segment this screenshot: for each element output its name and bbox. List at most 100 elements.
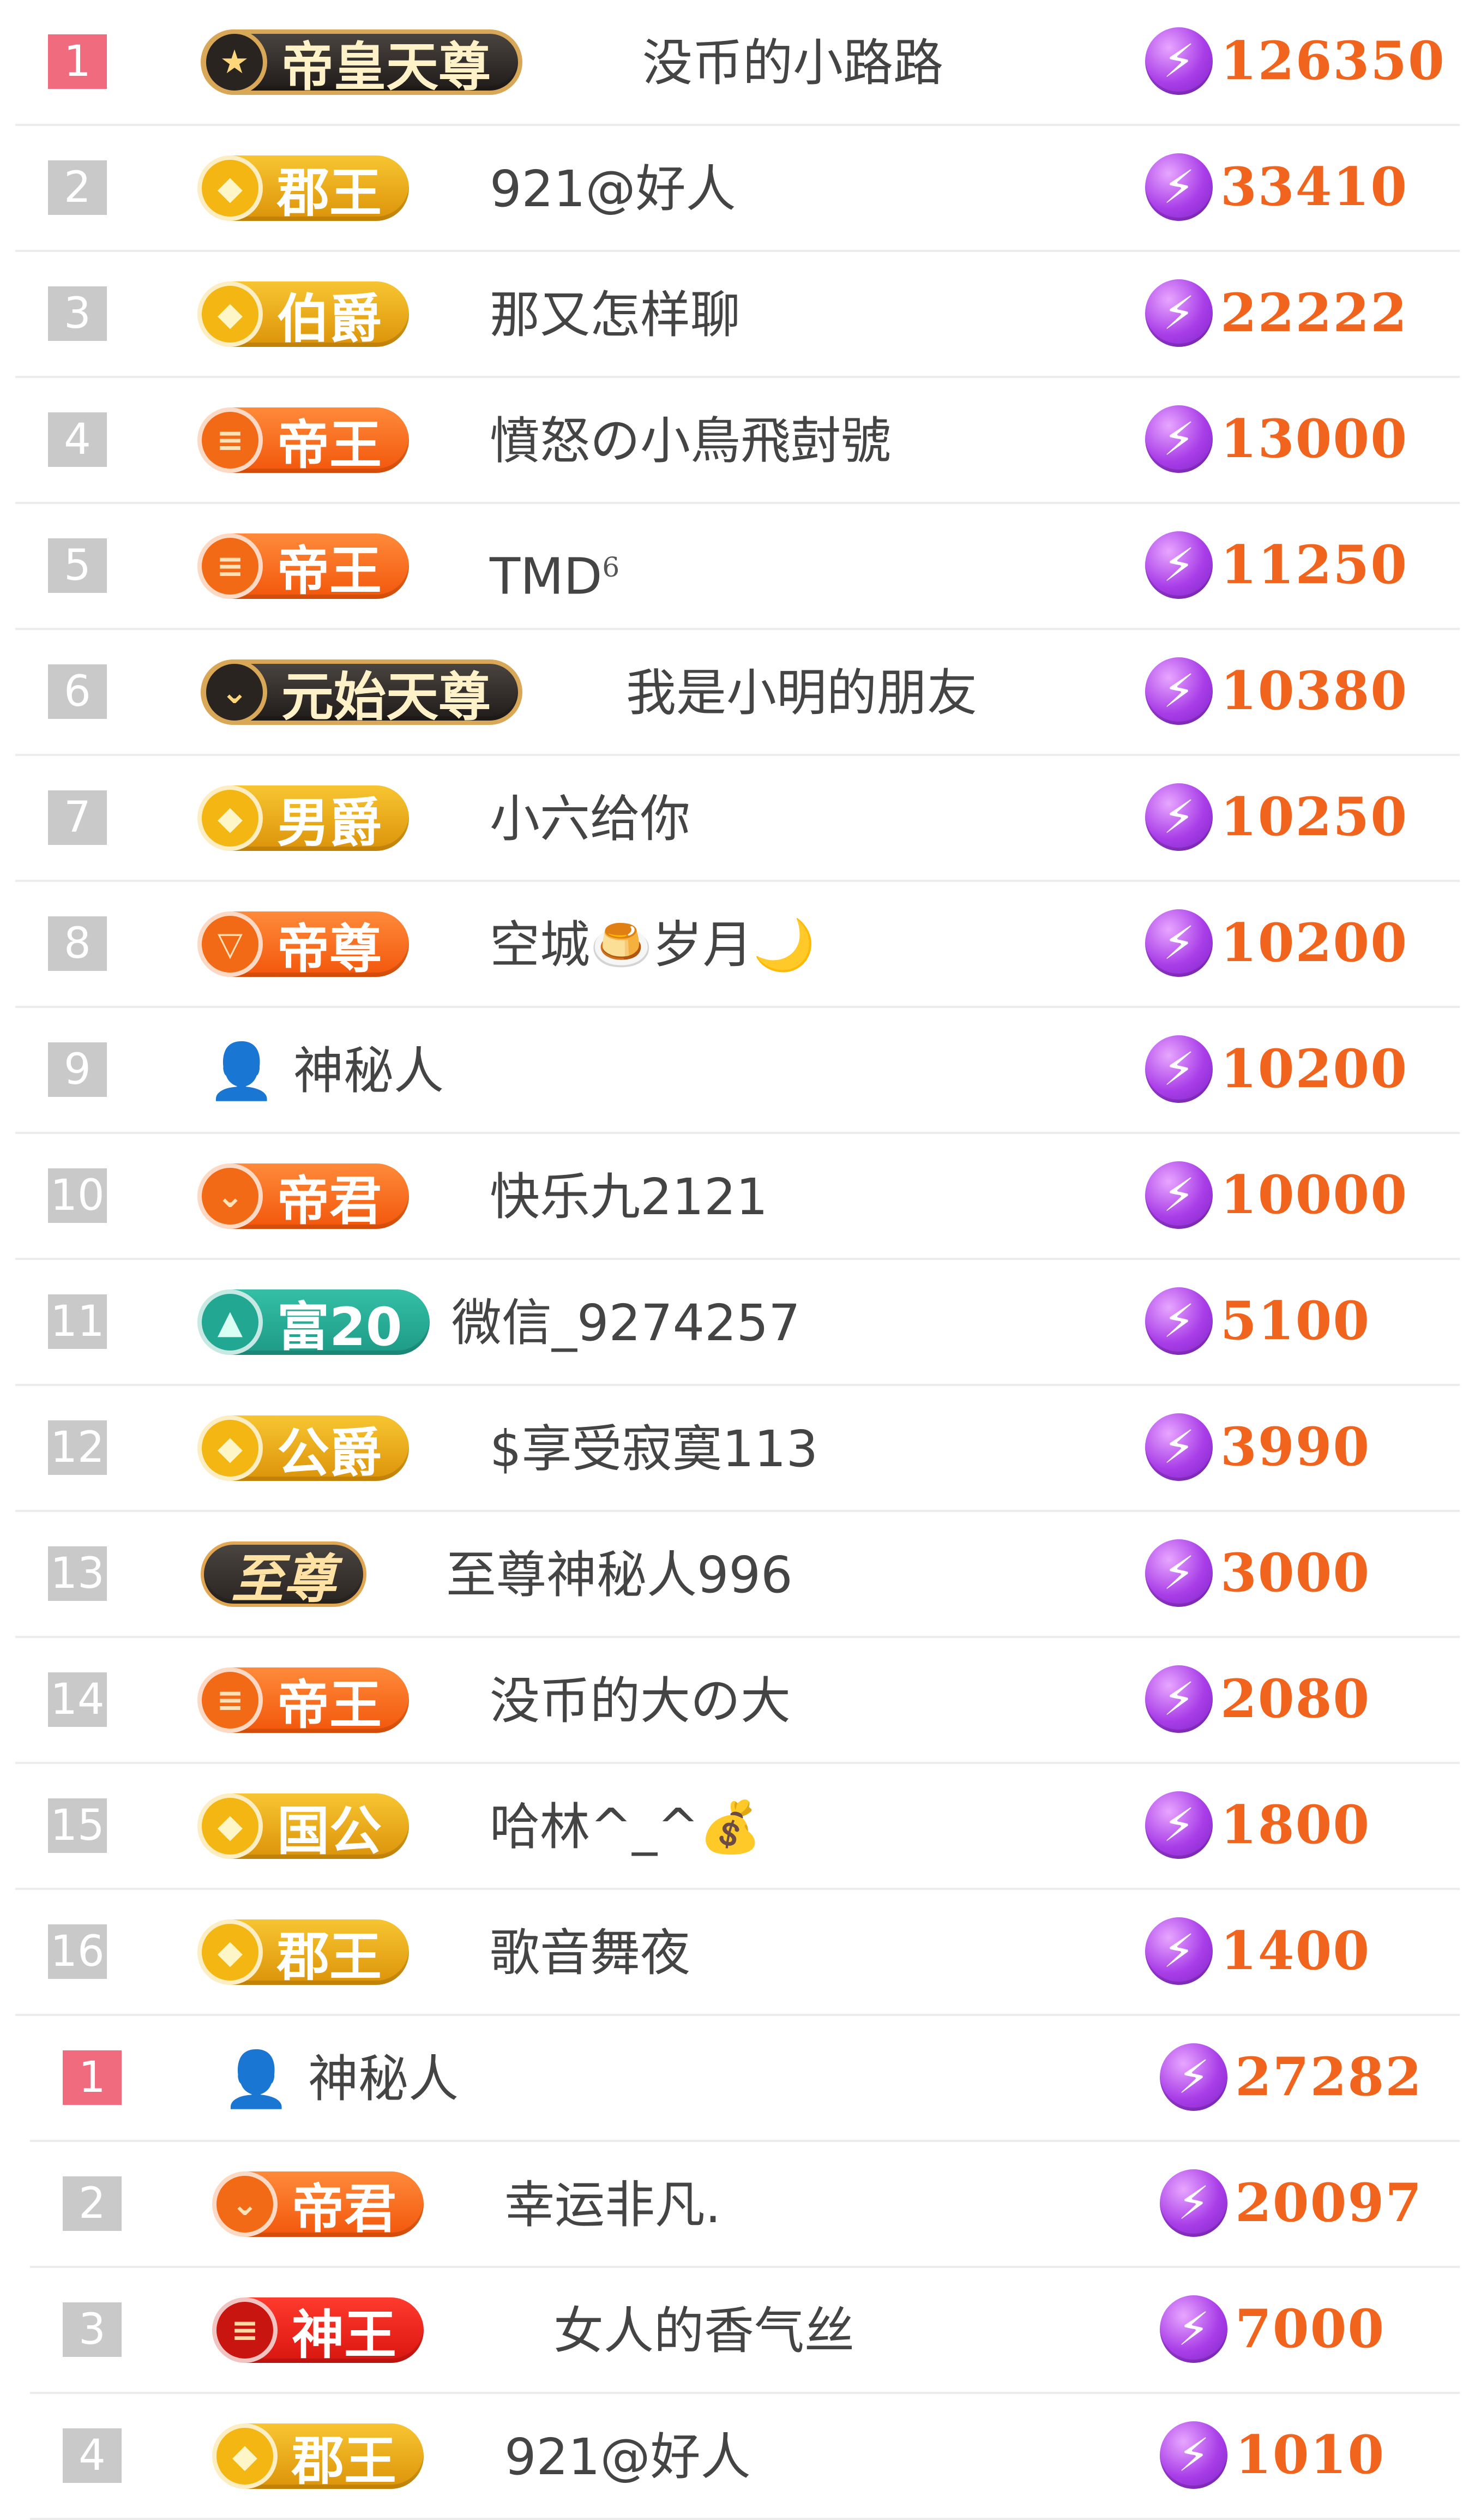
user-name[interactable]: 歌音舞夜 <box>490 1921 690 1986</box>
user-name[interactable]: 女人的香气丝 <box>553 2299 854 2364</box>
user-name-text: 至尊神秘人996 <box>446 1546 793 1604</box>
lightning-coin-icon: ⚡ <box>1145 1413 1213 1481</box>
user-name[interactable]: 那又怎样聊 <box>490 283 740 348</box>
user-name-text: 哈林^_^💰 <box>490 1798 762 1856</box>
list-item[interactable]: 11 ▲ 富20 微信_9274257 ⚡ 5100 <box>15 1260 1460 1386</box>
user-name[interactable]: 921@好人 <box>504 2425 751 2490</box>
leaderboard-list: 1 ★ 帝皇天尊 没币的小路路 ⚡ 126350 2 ◆ 郡王 921@好人 ⚡ 33410 3 ◆ 伯爵那… <box>0 0 1475 2520</box>
score-value: 1800 <box>1220 1794 1371 1856</box>
user-name[interactable]: 神秘人 <box>308 2047 459 2112</box>
list-item[interactable]: 10 ⌄ 帝君 快乐九2121 ⚡ 10000 <box>15 1134 1460 1260</box>
user-name[interactable]: 空城🍮岁月🌙 <box>490 913 815 978</box>
list-item[interactable]: 4 ≡ 帝王 憤怒の小鳥飛尌號 ⚡ 13000 <box>15 378 1460 504</box>
rank-number: 16 <box>48 1924 107 1979</box>
list-item[interactable]: 14 ≡ 帝王 没币的大の大 ⚡ 2080 <box>15 1638 1460 1764</box>
lightning-coin-icon: ⚡ <box>1160 2043 1227 2111</box>
lightning-coin-icon: ⚡ <box>1145 1791 1213 1859</box>
badge-medal-icon: ▽ <box>197 911 263 977</box>
list-item[interactable]: 3 ≡ 神王 女人的香气丝 ⚡ 7000 <box>30 2268 1460 2394</box>
list-item[interactable]: 13 至尊 至尊神秘人996 ⚡ 3000 <box>15 1512 1460 1638</box>
user-name[interactable]: 没币的大の大 <box>490 1669 791 1734</box>
score-value: 13000 <box>1220 408 1408 470</box>
user-name-text: 歌音舞夜 <box>490 1924 691 1982</box>
badge-medal-icon: ★ <box>202 29 267 95</box>
user-name[interactable]: $享受寂寞113 <box>490 1417 818 1482</box>
list-item[interactable]: 3 ◆ 伯爵 那又怎样聊 ⚡ 22222 <box>15 252 1460 378</box>
rank-number: 9 <box>48 1042 107 1097</box>
user-level-badge: 6 <box>602 551 620 583</box>
list-item[interactable]: 8 ▽ 帝尊 空城🍮岁月🌙 ⚡ 10200 <box>15 882 1460 1008</box>
user-name-text: 神秘人 <box>293 1042 444 1100</box>
user-name-text: $享受寂寞113 <box>490 1420 818 1478</box>
mystery-user-icon: 👤 <box>207 1040 276 1102</box>
badge-label: 元始天尊 <box>281 666 491 728</box>
rank-number: 2 <box>48 160 107 215</box>
list-item[interactable]: 1 ★ 帝皇天尊 没币的小路路 ⚡ 126350 <box>15 0 1460 126</box>
user-name-text: 没币的大の大 <box>490 1672 791 1730</box>
user-name[interactable]: 憤怒の小鳥飛尌號 <box>490 409 891 474</box>
list-item[interactable]: 2 ⌄ 帝君 幸运非凡. ⚡ 20097 <box>30 2142 1460 2268</box>
rank-number: 4 <box>48 412 107 467</box>
user-name-text: 921@好人 <box>504 2428 751 2486</box>
rank-number: 5 <box>48 538 107 593</box>
score-value: 126350 <box>1220 30 1446 92</box>
lightning-coin-icon: ⚡ <box>1145 405 1213 473</box>
lightning-coin-icon: ⚡ <box>1160 2421 1227 2489</box>
rank-number: 12 <box>48 1420 107 1475</box>
user-name-text: 神秘人 <box>308 2050 459 2108</box>
rank-badge: ≡ 帝王 <box>197 407 409 476</box>
rank-number: 3 <box>63 2302 122 2357</box>
score-value: 10380 <box>1220 660 1408 722</box>
rank-badge: ▲ 富20 <box>197 1289 430 1358</box>
list-item[interactable]: 2 ◆ 郡王 921@好人 ⚡ 33410 <box>15 126 1460 252</box>
rank-number: 1 <box>48 34 107 89</box>
rank-number: 8 <box>48 916 107 971</box>
user-name[interactable]: 没币的小路路 <box>642 31 943 96</box>
user-name[interactable]: 我是小明的朋友 <box>626 661 977 726</box>
list-item[interactable]: 6 ⌄ 元始天尊 我是小明的朋友 ⚡ 10380 <box>15 630 1460 756</box>
rank-badge: ◆ 郡王 <box>197 1919 409 1988</box>
rank-badge: ◆ 国公 <box>197 1793 409 1862</box>
rank-badge: ⌄ 帝君 <box>197 1163 409 1232</box>
score-value: 20097 <box>1235 2172 1423 2234</box>
score-value: 1400 <box>1220 1920 1371 1982</box>
rank-number: 7 <box>48 790 107 845</box>
user-name[interactable]: 哈林^_^💰 <box>490 1795 762 1860</box>
list-item[interactable]: 5 ≡ 帝王 TMD6 ⚡ 11250 <box>15 504 1460 630</box>
badge-label: 富20 <box>277 1296 402 1358</box>
lightning-coin-icon: ⚡ <box>1145 783 1213 851</box>
badge-label: 帝王 <box>277 1674 382 1736</box>
badge-medal-icon: ▲ <box>197 1289 263 1355</box>
user-name[interactable]: 幸运非凡. <box>504 2173 721 2238</box>
score-value: 11250 <box>1220 534 1408 596</box>
score-value: 7000 <box>1235 2298 1386 2360</box>
badge-label: 帝皇天尊 <box>281 36 491 98</box>
rank-badge: ▽ 帝尊 <box>197 911 409 980</box>
rank-number: 13 <box>48 1546 107 1601</box>
list-item[interactable]: 1 👤 神秘人 ⚡ 27282 <box>30 2016 1460 2142</box>
lightning-coin-icon: ⚡ <box>1145 1917 1213 1985</box>
rank-number: 1 <box>63 2050 122 2105</box>
list-item[interactable]: 7 ◆ 男爵 小六给你 ⚡ 10250 <box>15 756 1460 882</box>
user-name[interactable]: TMD6 <box>490 535 620 606</box>
badge-medal-icon: ⌄ <box>197 1163 263 1229</box>
user-name-text: 小六给你 <box>490 790 691 848</box>
badge-medal-icon: ◆ <box>197 785 263 851</box>
list-item[interactable]: 4 ◆ 郡王 921@好人 ⚡ 1010 <box>30 2394 1460 2520</box>
list-item[interactable]: 15 ◆ 国公 哈林^_^💰 ⚡ 1800 <box>15 1764 1460 1890</box>
list-item[interactable]: 9 👤 神秘人 ⚡ 10200 <box>15 1008 1460 1134</box>
list-item[interactable]: 16 ◆ 郡王 歌音舞夜 ⚡ 1400 <box>15 1890 1460 2016</box>
user-name[interactable]: 快乐九2121 <box>490 1165 768 1230</box>
user-name[interactable]: 微信_9274257 <box>451 1291 800 1356</box>
user-name-text: 女人的香气丝 <box>553 2302 855 2360</box>
user-name[interactable]: 921@好人 <box>490 157 736 222</box>
score-value: 1010 <box>1235 2424 1386 2486</box>
user-name[interactable]: 小六给你 <box>490 787 690 852</box>
user-name[interactable]: 神秘人 <box>293 1039 444 1104</box>
badge-medal-icon: ≡ <box>197 1667 263 1733</box>
list-item[interactable]: 12 ◆ 公爵 $享受寂寞113 ⚡ 3990 <box>15 1386 1460 1512</box>
user-name[interactable]: 至尊神秘人996 <box>446 1543 793 1608</box>
badge-label: 帝君 <box>292 2178 396 2240</box>
rank-badge: ⌄ 元始天尊 <box>201 659 522 728</box>
rank-badge: ≡ 帝王 <box>197 533 409 602</box>
